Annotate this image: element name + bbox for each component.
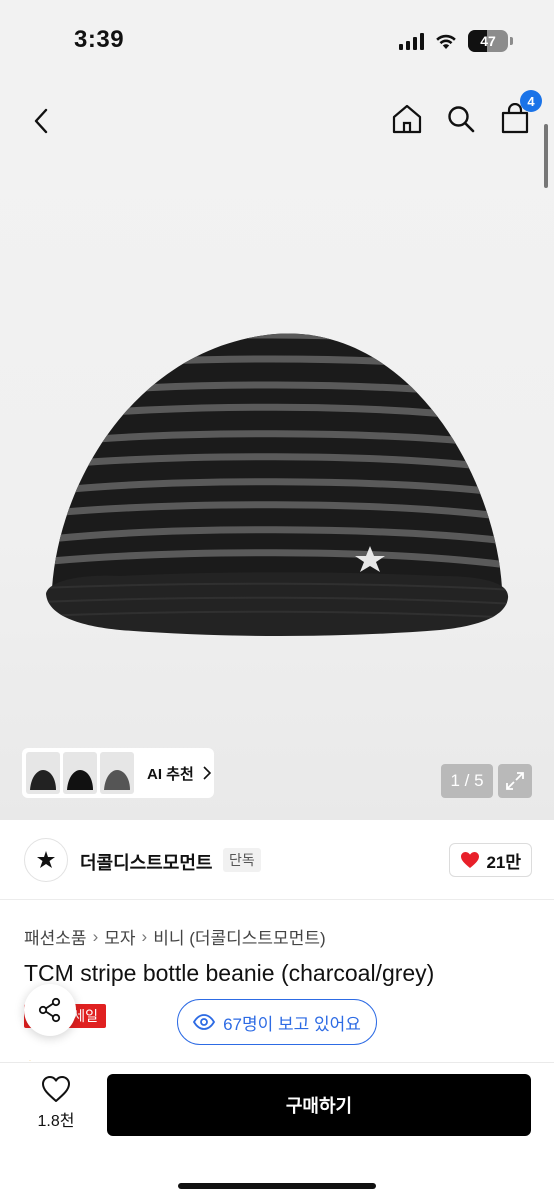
thumbnail-1[interactable] [26, 752, 60, 794]
brand-like-button[interactable]: 21만 [449, 843, 532, 877]
wishlist-count: 1.8천 [37, 1113, 75, 1130]
chevron-right-icon [203, 766, 211, 780]
chevron-right-icon: › [141, 926, 148, 946]
thumbnail-3[interactable] [100, 752, 134, 794]
brand-name[interactable]: 더콜디스트모먼트 [80, 849, 212, 875]
chevron-left-icon [34, 108, 48, 134]
image-pager: 1 / 5 [441, 764, 493, 798]
cellular-signal-icon [399, 32, 424, 50]
cart-button[interactable]: 4 [498, 90, 542, 136]
share-button[interactable] [24, 984, 76, 1036]
bottom-action-bar: 1.8천 구매하기 [0, 1062, 554, 1200]
chevron-right-icon: › [92, 926, 99, 946]
wishlist-button[interactable]: 1.8천 [20, 1075, 92, 1131]
breadcrumb: 패션소품 › 모자 › 비니 (더콜디스트모먼트) [24, 924, 326, 949]
ai-recommend-label: AI 추천 [147, 765, 194, 783]
status-icons: 47 [399, 30, 513, 52]
search-button[interactable] [444, 102, 478, 136]
breadcrumb-item[interactable]: 패션소품 [24, 924, 87, 949]
share-icon [38, 997, 61, 1023]
home-button[interactable] [390, 102, 424, 136]
sale-label: 세일 [72, 1008, 98, 1024]
exclusive-badge: 단독 [223, 848, 261, 872]
thumbnail-2[interactable] [63, 752, 97, 794]
brand-row: 더콜디스트모먼트 단독 21만 [0, 820, 554, 900]
brand-star-icon [37, 851, 55, 868]
nav-actions: 4 [390, 90, 542, 136]
product-image-gallery[interactable]: 4 AI 추천 1 / 5 [0, 86, 554, 820]
wifi-icon [436, 34, 456, 49]
brand-like-count: 21만 [486, 852, 521, 872]
battery-icon: 47 [468, 30, 513, 52]
heart-outline-icon [42, 1076, 70, 1102]
back-button[interactable] [24, 104, 58, 138]
eye-icon [193, 1014, 216, 1030]
breadcrumb-item[interactable]: 비니 (더콜디스트모먼트) [153, 924, 325, 949]
brand-logo[interactable] [24, 838, 68, 882]
breadcrumb-item[interactable]: 모자 [104, 924, 135, 949]
product-title: TCM stripe bottle beanie (charcoal/grey) [24, 960, 435, 986]
battery-level: 47 [480, 33, 496, 49]
status-bar: 3:39 47 [0, 0, 554, 86]
expand-button[interactable] [498, 764, 532, 798]
status-time: 3:39 [74, 26, 125, 53]
viewers-pill: 67명이 보고 있어요 [177, 999, 377, 1045]
search-icon [448, 106, 475, 133]
buy-button[interactable]: 구매하기 [107, 1074, 531, 1136]
viewers-text: 67명이 보고 있어요 [223, 1014, 361, 1034]
partially-visible-row [24, 1053, 134, 1061]
home-indicator [178, 1183, 376, 1189]
scrollbar[interactable] [544, 124, 548, 188]
ai-recommend-strip[interactable]: AI 추천 [22, 748, 214, 798]
cart-count-badge: 4 [520, 90, 542, 112]
heart-filled-icon [461, 852, 480, 868]
expand-icon [506, 772, 524, 790]
product-image [40, 326, 515, 656]
home-icon [392, 104, 422, 134]
